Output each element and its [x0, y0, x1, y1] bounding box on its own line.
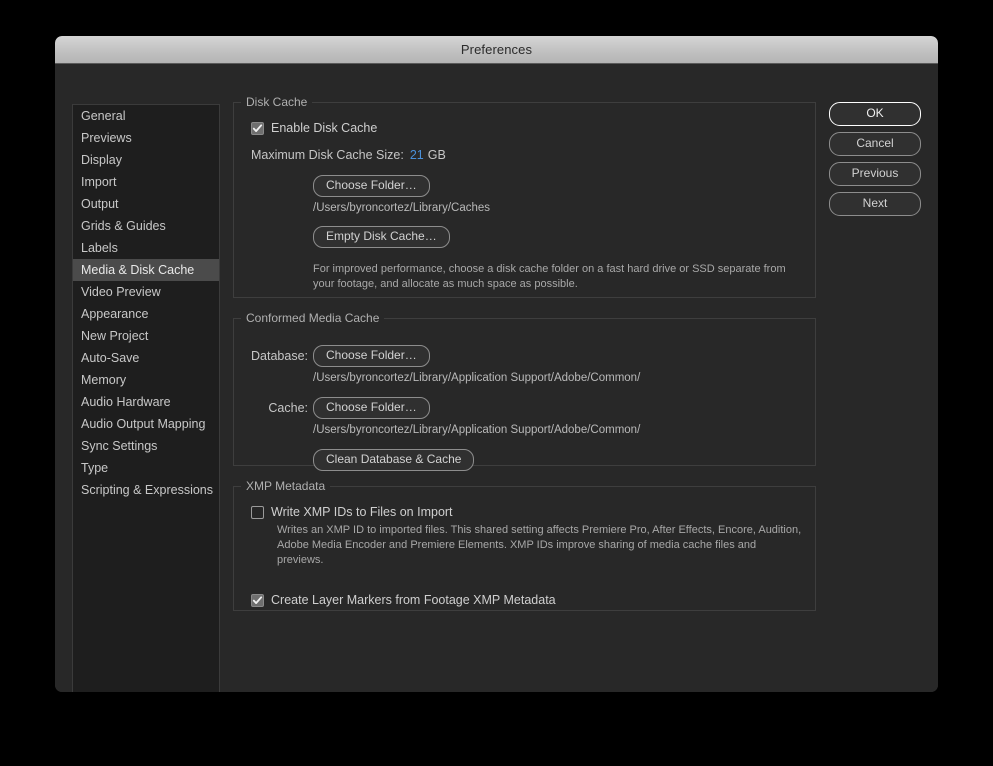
- sidebar-item-sync-settings[interactable]: Sync Settings: [73, 435, 219, 457]
- dialog-title: Preferences: [461, 42, 532, 57]
- sidebar-item-scripting-and-expressions[interactable]: Scripting & Expressions: [73, 479, 219, 501]
- database-row: Database: Choose Folder…: [246, 345, 803, 367]
- disk-cache-folder-path: /Users/byroncortez/Library/Caches: [313, 202, 803, 214]
- dialog-titlebar[interactable]: Preferences: [55, 36, 938, 64]
- create-layer-markers-label: Create Layer Markers from Footage XMP Me…: [271, 593, 556, 607]
- conformed-media-cache-group-title: Conformed Media Cache: [241, 311, 384, 325]
- cache-path: /Users/byroncortez/Library/Application S…: [313, 424, 803, 436]
- next-button[interactable]: Next: [829, 192, 921, 216]
- sidebar-item-grids-and-guides[interactable]: Grids & Guides: [73, 215, 219, 237]
- previous-button[interactable]: Previous: [829, 162, 921, 186]
- sidebar-item-type[interactable]: Type: [73, 457, 219, 479]
- sidebar-item-video-preview[interactable]: Video Preview: [73, 281, 219, 303]
- sidebar-item-import[interactable]: Import: [73, 171, 219, 193]
- sidebar-item-audio-output-mapping[interactable]: Audio Output Mapping: [73, 413, 219, 435]
- create-layer-markers-row[interactable]: Create Layer Markers from Footage XMP Me…: [251, 593, 803, 607]
- sidebar-item-display[interactable]: Display: [73, 149, 219, 171]
- sidebar-item-memory[interactable]: Memory: [73, 369, 219, 391]
- conformed-media-cache-group: Conformed Media Cache Database: Choose F…: [233, 318, 816, 466]
- xmp-metadata-group: XMP Metadata Write XMP IDs to Files on I…: [233, 486, 816, 611]
- disk-cache-choose-folder-wrap: Choose Folder…: [313, 175, 803, 197]
- checkbox-checked-icon[interactable]: [251, 122, 264, 135]
- preferences-category-list[interactable]: General Previews Display Import Output G…: [72, 104, 220, 692]
- sidebar-item-general[interactable]: General: [73, 105, 219, 127]
- database-choose-folder-button[interactable]: Choose Folder…: [313, 345, 430, 367]
- cache-label: Cache:: [246, 401, 308, 415]
- sidebar-item-labels[interactable]: Labels: [73, 237, 219, 259]
- enable-disk-cache-row[interactable]: Enable Disk Cache: [251, 121, 803, 135]
- cache-row: Cache: Choose Folder…: [246, 397, 803, 419]
- database-label: Database:: [246, 349, 308, 363]
- sidebar-item-audio-hardware[interactable]: Audio Hardware: [73, 391, 219, 413]
- dialog-action-buttons: OK Cancel Previous Next: [829, 102, 921, 222]
- write-xmp-ids-row[interactable]: Write XMP IDs to Files on Import: [251, 505, 803, 519]
- sidebar-item-previews[interactable]: Previews: [73, 127, 219, 149]
- sidebar-item-output[interactable]: Output: [73, 193, 219, 215]
- disk-cache-hint: For improved performance, choose a disk …: [313, 262, 803, 292]
- max-disk-cache-size-value[interactable]: 21: [410, 148, 424, 163]
- clean-database-and-cache-button[interactable]: Clean Database & Cache: [313, 449, 474, 471]
- preferences-panel: Disk Cache Enable Disk Cache Maximum Dis…: [233, 102, 816, 631]
- max-disk-cache-size-row: Maximum Disk Cache Size: 21 GB: [251, 148, 803, 163]
- enable-disk-cache-label: Enable Disk Cache: [271, 121, 377, 135]
- cancel-button[interactable]: Cancel: [829, 132, 921, 156]
- sidebar-item-new-project[interactable]: New Project: [73, 325, 219, 347]
- max-disk-cache-size-unit: GB: [428, 148, 446, 162]
- preferences-dialog: Preferences General Previews Display Imp…: [55, 36, 938, 692]
- dialog-body: General Previews Display Import Output G…: [55, 64, 938, 692]
- cache-choose-folder-button[interactable]: Choose Folder…: [313, 397, 430, 419]
- ok-button[interactable]: OK: [829, 102, 921, 126]
- xmp-metadata-group-title: XMP Metadata: [241, 479, 330, 493]
- sidebar-item-auto-save[interactable]: Auto-Save: [73, 347, 219, 369]
- disk-cache-group-title: Disk Cache: [241, 95, 312, 109]
- database-path: /Users/byroncortez/Library/Application S…: [313, 372, 803, 384]
- write-xmp-ids-description: Writes an XMP ID to imported files. This…: [277, 523, 803, 568]
- disk-cache-group: Disk Cache Enable Disk Cache Maximum Dis…: [233, 102, 816, 298]
- checkbox-unchecked-icon[interactable]: [251, 506, 264, 519]
- sidebar-item-appearance[interactable]: Appearance: [73, 303, 219, 325]
- disk-cache-choose-folder-button[interactable]: Choose Folder…: [313, 175, 430, 197]
- write-xmp-ids-label: Write XMP IDs to Files on Import: [271, 505, 453, 519]
- sidebar-item-media-and-disk-cache[interactable]: Media & Disk Cache: [73, 259, 219, 281]
- max-disk-cache-size-label: Maximum Disk Cache Size:: [251, 148, 404, 162]
- checkbox-checked-icon[interactable]: [251, 594, 264, 607]
- clean-database-cache-wrap: Clean Database & Cache: [313, 449, 803, 471]
- empty-disk-cache-button[interactable]: Empty Disk Cache…: [313, 226, 450, 248]
- empty-disk-cache-wrap: Empty Disk Cache…: [313, 226, 803, 248]
